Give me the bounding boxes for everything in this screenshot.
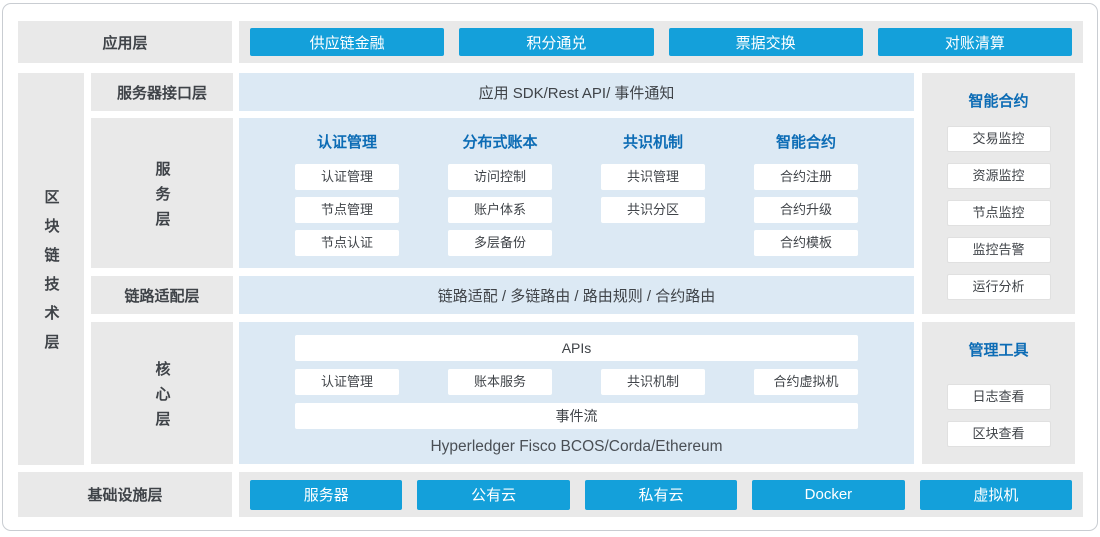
service-item[interactable]: 合约升级	[754, 197, 858, 223]
service-column-header: 智能合约	[754, 131, 858, 152]
link-adaptation-bar: 链路适配 / 多链路由 / 路由规则 / 合约路由	[239, 276, 914, 314]
blockchain-tech-layer-strip: 区块链技术层	[18, 73, 84, 465]
monitoring-panel: 智能合约 交易监控 资源监控 节点监控 监控告警 运行分析	[922, 73, 1075, 314]
architecture-diagram: 应用层 供应链金融 积分通兑 票据交换 对账清算 区块链技术层 服务器接口层 服…	[2, 3, 1098, 531]
monitoring-item[interactable]: 资源监控	[947, 163, 1051, 189]
service-item[interactable]: 共识管理	[601, 164, 705, 190]
infra-button-private-cloud[interactable]: 私有云	[585, 480, 737, 510]
service-column-consensus: 共识机制 共识管理 共识分区	[601, 131, 705, 268]
core-module[interactable]: 合约虚拟机	[754, 369, 858, 395]
sdk-api-bar: 应用 SDK/Rest API/ 事件通知	[239, 73, 914, 111]
app-button-bill-exchange[interactable]: 票据交换	[669, 28, 863, 56]
service-column-ledger: 分布式账本 访问控制 账户体系 多层备份	[448, 131, 552, 268]
infra-layer-strip: 服务器 公有云 私有云 Docker 虚拟机	[239, 472, 1083, 517]
service-column-header: 认证管理	[295, 131, 399, 152]
service-column-smart-contract: 智能合约 合约注册 合约升级 合约模板	[754, 131, 858, 268]
service-column-header: 分布式账本	[448, 131, 552, 152]
core-module[interactable]: 认证管理	[295, 369, 399, 395]
service-column-auth: 认证管理 认证管理 节点管理 节点认证	[295, 131, 399, 268]
monitoring-item[interactable]: 交易监控	[947, 126, 1051, 152]
service-item[interactable]: 账户体系	[448, 197, 552, 223]
core-modules-row: 认证管理 账本服务 共识机制 合约虚拟机	[295, 369, 858, 395]
app-layer-strip: 供应链金融 积分通兑 票据交换 对账清算	[239, 21, 1083, 63]
core-layer-label: 核心层	[91, 322, 233, 464]
management-tools-items: 日志查看 区块查看	[922, 384, 1075, 447]
service-column-header: 共识机制	[601, 131, 705, 152]
interface-layer-label: 服务器接口层	[91, 73, 233, 111]
management-tools-header: 管理工具	[922, 339, 1075, 360]
service-item[interactable]: 合约注册	[754, 164, 858, 190]
app-button-reconciliation-clearing[interactable]: 对账清算	[878, 28, 1072, 56]
service-item[interactable]: 节点管理	[295, 197, 399, 223]
monitoring-items: 交易监控 资源监控 节点监控 监控告警 运行分析	[922, 126, 1075, 300]
service-item[interactable]: 合约模板	[754, 230, 858, 256]
service-layer-label: 服务层	[91, 118, 233, 268]
infra-button-vm[interactable]: 虚拟机	[920, 480, 1072, 510]
service-item[interactable]: 多层备份	[448, 230, 552, 256]
core-module[interactable]: 账本服务	[448, 369, 552, 395]
app-button-points-exchange[interactable]: 积分通兑	[459, 28, 653, 56]
service-item[interactable]: 访问控制	[448, 164, 552, 190]
monitoring-item[interactable]: 运行分析	[947, 274, 1051, 300]
management-tool-item[interactable]: 日志查看	[947, 384, 1051, 410]
infra-button-docker[interactable]: Docker	[752, 480, 904, 510]
core-layer-panel: APIs 认证管理 账本服务 共识机制 合约虚拟机 事件流 Hyperledge…	[239, 322, 914, 464]
app-layer-label: 应用层	[18, 21, 232, 63]
app-button-supply-chain-finance[interactable]: 供应链金融	[250, 28, 444, 56]
event-stream-bar: 事件流	[295, 403, 858, 429]
service-item[interactable]: 共识分区	[601, 197, 705, 223]
infra-button-public-cloud[interactable]: 公有云	[417, 480, 569, 510]
service-item[interactable]: 认证管理	[295, 164, 399, 190]
service-layer-panel: 认证管理 认证管理 节点管理 节点认证 分布式账本 访问控制 账户体系 多层备份…	[239, 118, 914, 268]
management-tool-item[interactable]: 区块查看	[947, 421, 1051, 447]
monitoring-panel-header: 智能合约	[922, 90, 1075, 111]
apis-bar: APIs	[295, 335, 858, 361]
monitoring-item[interactable]: 监控告警	[947, 237, 1051, 263]
link-layer-label: 链路适配层	[91, 276, 233, 314]
service-item[interactable]: 节点认证	[295, 230, 399, 256]
infra-button-server[interactable]: 服务器	[250, 480, 402, 510]
blockchain-tech-layer-label: 区块链技术层	[41, 175, 62, 363]
core-module[interactable]: 共识机制	[601, 369, 705, 395]
infra-layer-label: 基础设施层	[18, 472, 232, 517]
management-tools-panel: 管理工具 日志查看 区块查看	[922, 322, 1075, 464]
monitoring-item[interactable]: 节点监控	[947, 200, 1051, 226]
platforms-text: Hyperledger Fisco BCOS/Corda/Ethereum	[295, 438, 858, 456]
